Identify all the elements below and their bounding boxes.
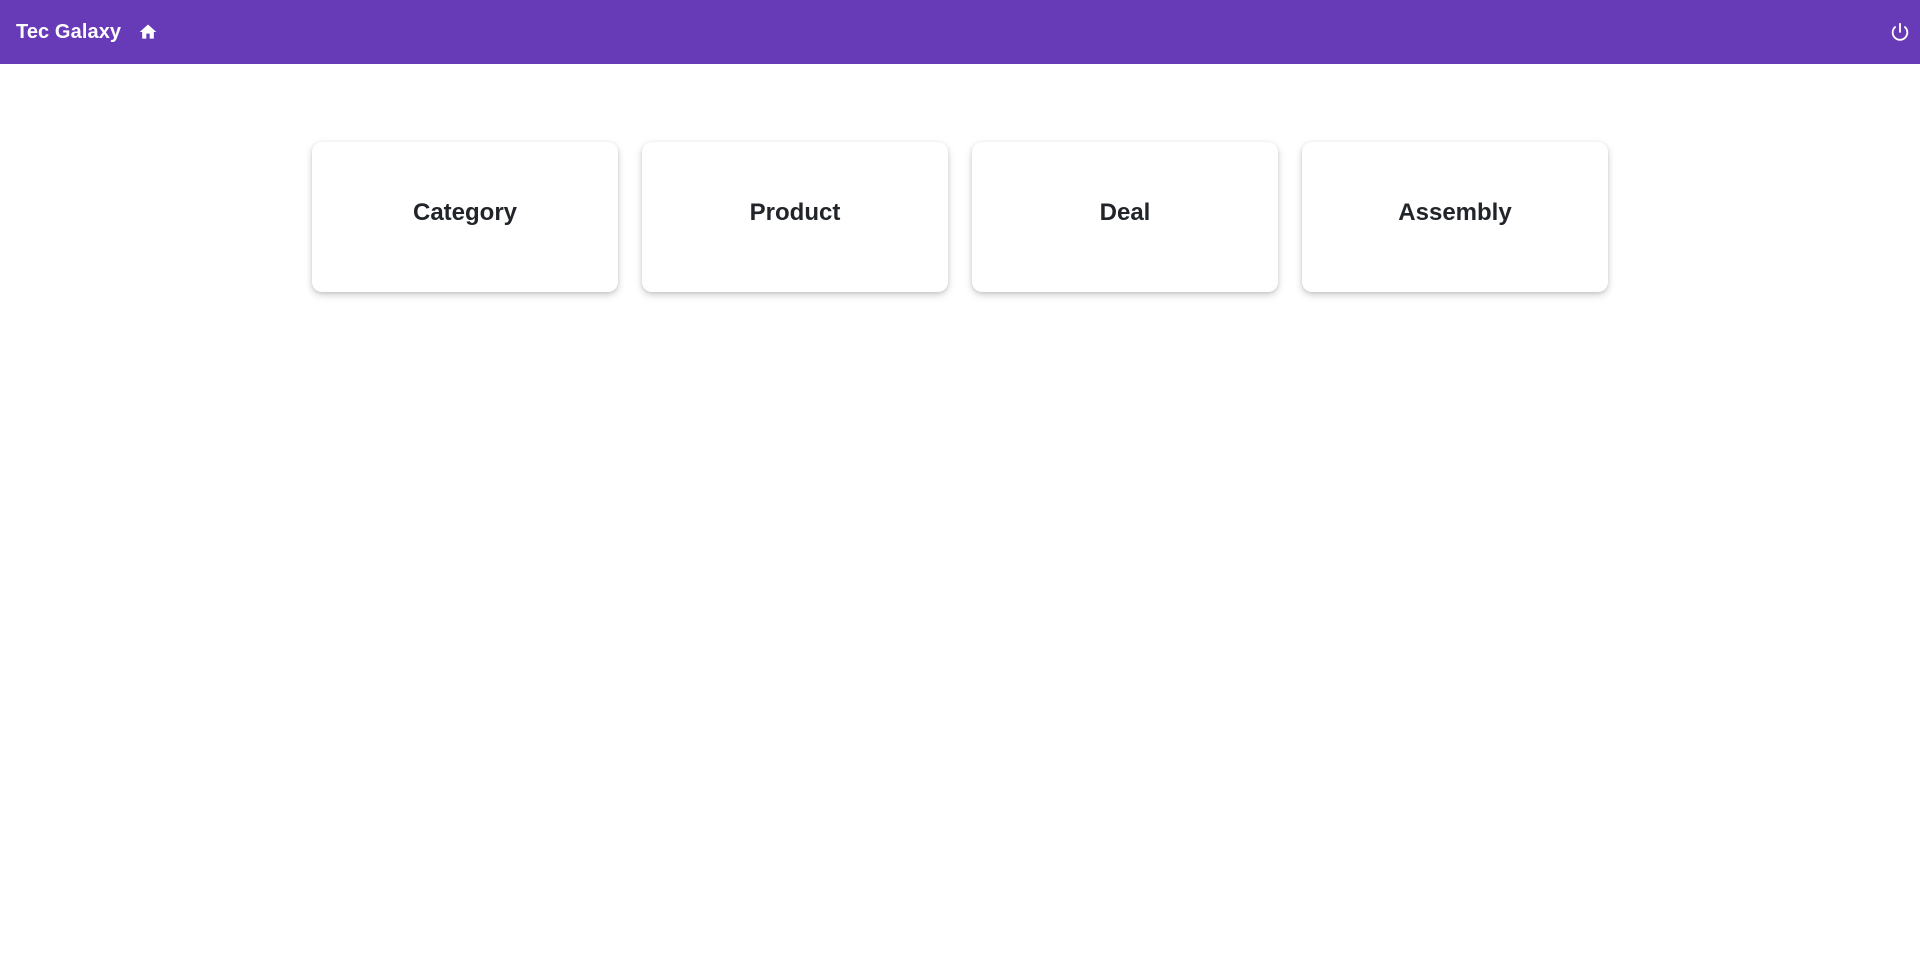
product-card[interactable]: Product bbox=[642, 142, 948, 292]
top-toolbar: Tec Galaxy bbox=[0, 0, 1920, 64]
category-card[interactable]: Category bbox=[312, 142, 618, 292]
home-icon[interactable] bbox=[136, 20, 160, 44]
product-card-label: Product bbox=[749, 199, 841, 226]
deal-card-label: Deal bbox=[1099, 199, 1151, 226]
dashboard-cards: Category Product Deal Assembly bbox=[312, 142, 1608, 292]
app-title[interactable]: Tec Galaxy bbox=[16, 21, 121, 44]
assembly-card[interactable]: Assembly bbox=[1302, 142, 1608, 292]
assembly-card-label: Assembly bbox=[1398, 199, 1512, 226]
deal-card[interactable]: Deal bbox=[972, 142, 1278, 292]
category-card-label: Category bbox=[412, 199, 518, 226]
power-icon[interactable] bbox=[1888, 20, 1912, 44]
